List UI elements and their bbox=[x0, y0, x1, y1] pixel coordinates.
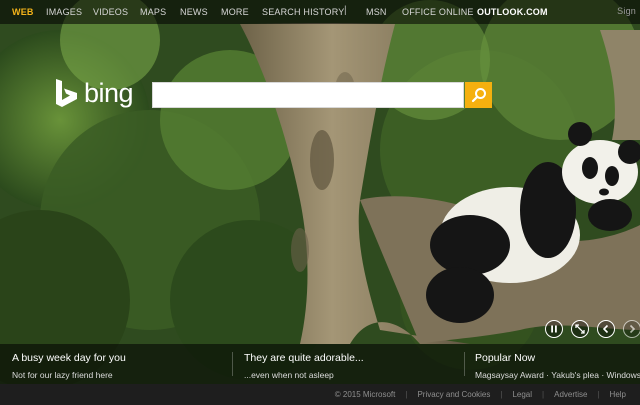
popular-now-list[interactable]: Magsaysay Award · Yakub's plea · Windows… bbox=[475, 370, 640, 380]
footer-separator: | bbox=[542, 390, 545, 399]
story-divider bbox=[464, 352, 465, 376]
story-subtitle: Not for our lazy friend here bbox=[12, 370, 113, 380]
story-title: A busy week day for you bbox=[12, 352, 126, 364]
nav-msn[interactable]: MSN bbox=[366, 7, 387, 17]
story-divider bbox=[232, 352, 233, 376]
stories-strip: A busy week day for you Not for our lazy… bbox=[0, 344, 640, 384]
footer-link-privacy[interactable]: Privacy and Cookies bbox=[417, 390, 490, 399]
fullscreen-button[interactable] bbox=[571, 320, 589, 338]
fullscreen-icon bbox=[575, 324, 585, 334]
story-subtitle: ...even when not asleep bbox=[244, 370, 334, 380]
nav-more[interactable]: MORE bbox=[221, 7, 249, 17]
bing-logo-text: bing bbox=[84, 78, 134, 108]
previous-image-button[interactable] bbox=[597, 320, 615, 338]
pause-icon bbox=[551, 325, 557, 333]
footer-separator: | bbox=[405, 390, 408, 399]
nav-outlook[interactable]: OUTLOOK.COM bbox=[477, 7, 548, 17]
footer-separator: | bbox=[597, 390, 600, 399]
footer-separator: | bbox=[500, 390, 503, 399]
nav-images[interactable]: IMAGES bbox=[46, 7, 82, 17]
search-icon bbox=[471, 88, 486, 103]
search-button[interactable] bbox=[465, 82, 492, 108]
bing-logo-icon bbox=[56, 78, 77, 107]
footer-link-help[interactable]: Help bbox=[610, 390, 626, 399]
search-input[interactable] bbox=[152, 82, 464, 108]
footer: © 2015 Microsoft | Privacy and Cookies |… bbox=[0, 384, 640, 405]
next-image-button[interactable] bbox=[623, 320, 640, 338]
next-icon bbox=[629, 324, 636, 334]
nav-videos[interactable]: VIDEOS bbox=[93, 7, 128, 17]
popular-now-card[interactable]: Popular Now Magsaysay Award · Yakub's pl… bbox=[475, 352, 640, 380]
footer-link-legal[interactable]: Legal bbox=[512, 390, 532, 399]
story-title: Popular Now bbox=[475, 352, 536, 364]
nav-news[interactable]: NEWS bbox=[180, 7, 208, 17]
pause-button[interactable] bbox=[545, 320, 563, 338]
nav-divider: | bbox=[344, 5, 347, 16]
nav-office-online[interactable]: OFFICE ONLINE bbox=[402, 7, 474, 17]
story-card-1[interactable]: A busy week day for you Not for our lazy… bbox=[12, 352, 126, 380]
previous-icon bbox=[602, 324, 609, 334]
sign-in-link[interactable]: Sign bbox=[617, 6, 636, 16]
nav-maps[interactable]: MAPS bbox=[140, 7, 166, 17]
nav-web[interactable]: WEB bbox=[12, 7, 34, 17]
top-navigation: WEB IMAGES VIDEOS MAPS NEWS MORE SEARCH … bbox=[0, 0, 640, 24]
footer-link-advertise[interactable]: Advertise bbox=[554, 390, 587, 399]
story-card-2[interactable]: They are quite adorable... ...even when … bbox=[244, 352, 364, 380]
nav-search-history[interactable]: SEARCH HISTORY bbox=[262, 7, 345, 17]
copyright-text: © 2015 Microsoft bbox=[334, 390, 396, 399]
bing-logo[interactable]: bing bbox=[54, 76, 134, 109]
story-title: They are quite adorable... bbox=[244, 352, 364, 364]
